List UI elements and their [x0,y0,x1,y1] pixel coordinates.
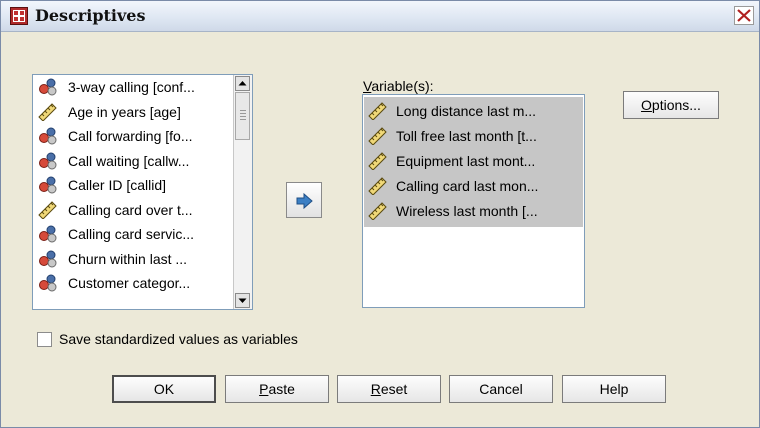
list-item-label: Call forwarding [fo... [68,128,193,144]
list-item[interactable]: Toll free last month [t... [364,124,583,149]
nominal-measure-icon [38,127,58,145]
list-item-label: Calling card last mon... [396,178,539,194]
nominal-measure-icon [38,176,58,194]
list-item-label: Equipment last mont... [396,153,536,169]
list-item-label: Calling card servic... [68,226,195,242]
nominal-measure-icon [38,152,58,170]
scale-ruler-icon [368,152,388,171]
list-item-label: Long distance last m... [396,103,537,119]
list-item-label: Caller ID [callid] [68,177,167,193]
options-button[interactable]: Options... [623,91,719,119]
save-standardized-label[interactable]: Save standardized values as variables [59,331,298,347]
list-item[interactable]: Wireless last month [... [364,199,583,224]
list-item-label: Call waiting [callw... [68,152,190,169]
scroll-up-button[interactable] [235,76,250,91]
descriptives-app-icon [10,7,28,25]
arrow-right-icon [296,192,313,210]
list-item-label: Wireless last month [... [396,203,538,219]
list-item[interactable]: Equipment last mont... [364,149,583,174]
source-variable-list[interactable]: 3-way calling [conf... Age in years [age]… [32,74,253,310]
ok-button[interactable]: OK [112,375,216,403]
scale-ruler-icon [38,102,58,122]
list-item-label: Age in years [age] [68,103,181,120]
list-item[interactable]: Long distance last m... [364,99,583,124]
save-standardized-checkbox[interactable] [37,332,52,347]
nominal-measure-icon [38,225,58,243]
scroll-up-icon [238,81,247,86]
scale-ruler-icon [368,102,388,121]
list-item[interactable]: Age in years [age] [33,100,235,125]
reset-button[interactable]: Reset [337,375,441,403]
help-button[interactable]: Help [562,375,666,403]
nominal-measure-icon [38,78,58,96]
scale-ruler-icon [368,202,388,221]
close-icon [737,9,751,22]
list-item[interactable]: Calling card servic... [33,222,235,247]
scroll-down-icon [238,298,247,303]
close-button[interactable] [734,6,754,25]
paste-button[interactable]: Paste [225,375,329,403]
title-bar[interactable]: Descriptives [1,1,759,32]
list-item-label: Churn within last ... [68,250,188,267]
cancel-button[interactable]: Cancel [449,375,553,403]
variables-label: Variable(s): [363,78,434,94]
list-item[interactable]: Call waiting [callw... [33,149,235,174]
descriptives-dialog: Descriptives 3-way calling [conf... Age i… [0,0,760,428]
nominal-measure-icon [38,274,58,292]
list-item[interactable]: Customer categor... [33,271,235,296]
move-to-variables-button[interactable] [286,182,322,218]
scale-ruler-icon [368,177,388,196]
scroll-down-button[interactable] [235,293,250,308]
list-item[interactable]: Calling card over t... [33,198,235,223]
variables-list[interactable]: Long distance last m... Toll free last mo… [362,94,585,308]
list-item-label: 3-way calling [conf... [68,79,195,95]
list-item-label: Calling card over t... [68,201,193,218]
scroll-thumb[interactable] [235,92,250,140]
list-item[interactable]: Caller ID [callid] [33,173,235,198]
scale-ruler-icon [368,127,388,146]
window-title: Descriptives [35,6,146,25]
source-list-scrollbar[interactable] [233,75,252,309]
nominal-measure-icon [38,250,58,268]
list-item-label: Customer categor... [68,275,191,291]
list-item[interactable]: Calling card last mon... [364,174,583,199]
list-item[interactable]: Call forwarding [fo... [33,124,235,149]
scale-ruler-icon [38,200,58,220]
list-item[interactable]: Churn within last ... [33,247,235,272]
list-item[interactable]: 3-way calling [conf... [33,75,235,100]
list-item-label: Toll free last month [t... [396,128,537,144]
